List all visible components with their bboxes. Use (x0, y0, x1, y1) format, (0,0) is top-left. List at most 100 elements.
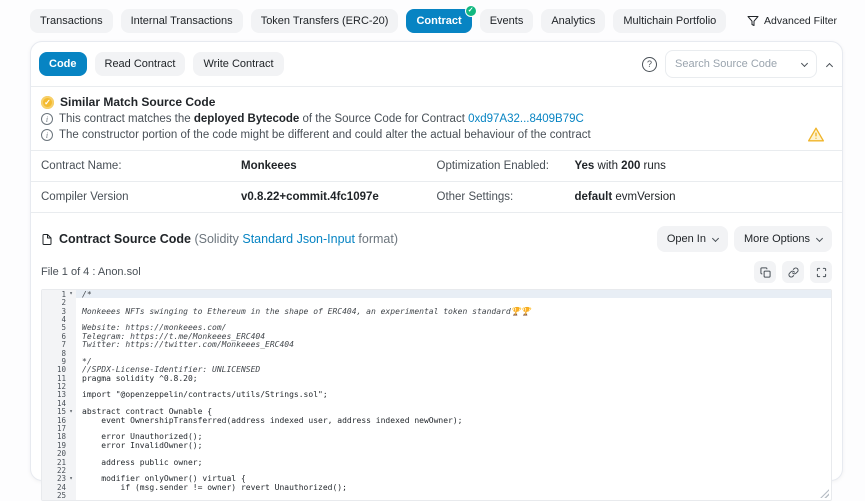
more-options-label: More Options (744, 233, 810, 245)
code-line: 1▾/* (42, 290, 831, 298)
code-text: Twitter: https://twitter.com/Monkeees_ER… (76, 340, 831, 348)
search-area: ? (642, 50, 834, 78)
similar-match-title: Similar Match Source Code (60, 95, 215, 109)
contract-name-label: Contract Name: (41, 160, 241, 172)
permalink-button[interactable] (782, 261, 804, 283)
code-text: event OwnershipTransferred(address index… (76, 416, 831, 424)
line-number-gutter: 8 (42, 349, 76, 357)
chevron-down-icon[interactable] (801, 60, 808, 67)
other-settings-value: default evmVersion (575, 191, 676, 203)
compiler-version-label: Compiler Version (41, 191, 241, 203)
tab-multichain-portfolio[interactable]: Multichain Portfolio (613, 9, 726, 33)
code-line: 24 if (msg.sender != owner) revert Unaut… (42, 483, 831, 491)
file-action-icons (754, 261, 832, 283)
tab-contract[interactable]: Contract✓ (406, 9, 471, 33)
open-in-button[interactable]: Open In (657, 226, 728, 252)
tab-label: Multichain Portfolio (623, 15, 716, 27)
code-text: if (msg.sender != owner) revert Unauthor… (76, 483, 831, 491)
funnel-icon (747, 15, 759, 27)
tab-label: Internal Transactions (131, 15, 233, 27)
tab-label: Contract (416, 15, 461, 27)
code-fold-icon[interactable]: ▾ (66, 409, 76, 415)
copy-icon (760, 267, 771, 278)
similar-match-line-2: i The constructor portion of the code mi… (41, 129, 832, 141)
help-icon[interactable]: ? (642, 57, 657, 72)
line-number-gutter: 3 (42, 307, 76, 315)
optimization-label: Optimization Enabled: (437, 160, 575, 172)
code-line: 11pragma solidity ^0.8.20; (42, 374, 831, 382)
tab-bar-items: Transactions Internal Transactions Token T… (30, 9, 726, 33)
inline-link[interactable]: 0xd97A32...8409B79C (468, 113, 584, 125)
tab-events[interactable]: Events (480, 9, 534, 33)
file-icon (41, 233, 53, 246)
verified-check-badge-icon: ✓ (465, 5, 477, 17)
similar-match-line-2-text: The constructor portion of the code migh… (59, 129, 591, 141)
info-icon: i (41, 113, 53, 125)
collapse-section-button[interactable] (825, 53, 834, 76)
tab-write-contract[interactable]: Write Contract (193, 52, 283, 76)
metadata-row-2: Compiler Version v0.8.22+commit.4fc1097e… (31, 182, 842, 212)
similar-match-line-1: i This contract matches the deployed Byt… (41, 113, 832, 125)
open-in-label: Open In (667, 233, 706, 245)
contract-name-value: Monkeees (241, 160, 297, 172)
code-text (76, 491, 831, 499)
tab-read-contract[interactable]: Read Contract (95, 52, 186, 76)
other-settings-cell: Other Settings: default evmVersion (437, 191, 833, 203)
source-code-title: Contract Source Code (Solidity Standard … (41, 232, 398, 246)
chevron-down-icon (712, 235, 719, 242)
contract-card: Code Read Contract Write Contract ? ✓ Simi… (30, 41, 843, 481)
line-number-gutter: 5 (42, 324, 76, 332)
source-code-actions: Open In More Options (657, 226, 832, 252)
code-line: 25 (42, 491, 831, 499)
similar-match-title-row: ✓ Similar Match Source Code (41, 95, 832, 109)
code-text: import "@openzeppelin/contracts/utils/St… (76, 391, 831, 399)
tab-label: Write Contract (203, 58, 273, 70)
similar-match-line-1-text: This contract matches the deployed Bytec… (59, 113, 584, 125)
tab-label: Token Transfers (ERC-20) (261, 15, 389, 27)
advanced-filter-button[interactable]: Advanced Filter (741, 14, 843, 28)
compiler-version-cell: Compiler Version v0.8.22+commit.4fc1097e (41, 191, 437, 203)
inline-link[interactable]: Standard Json-Input (242, 232, 355, 246)
line-number-gutter: 2 (42, 298, 76, 306)
copy-source-button[interactable] (754, 261, 776, 283)
tab-label: Code (49, 58, 77, 70)
code-text: pragma solidity ^0.8.20; (76, 374, 831, 382)
more-options-button[interactable]: More Options (734, 226, 832, 252)
code-line: 8 (42, 349, 831, 357)
code-fold-icon[interactable]: ▾ (66, 291, 76, 297)
tab-analytics[interactable]: Analytics (541, 9, 605, 33)
compiler-version-value: v0.8.22+commit.4fc1097e (241, 191, 379, 203)
code-line: 19 error InvalidOwner(); (42, 441, 831, 449)
expand-button[interactable] (810, 261, 832, 283)
source-code-editor[interactable]: 1▾/*23Monkeees NFTs swinging to Ethereum… (41, 289, 832, 501)
code-text: error InvalidOwner(); (76, 441, 831, 449)
code-lines: 1▾/*23Monkeees NFTs swinging to Ethereum… (42, 290, 831, 500)
code-line: 16 event OwnershipTransferred(address in… (42, 416, 831, 424)
tab-label: Transactions (40, 15, 103, 27)
info-icon: i (41, 129, 53, 141)
file-row: File 1 of 4 : Anon.sol (31, 257, 842, 289)
tab-label: Read Contract (105, 58, 176, 70)
link-icon (788, 267, 799, 278)
code-line: 3Monkeees NFTs swinging to Ethereum in t… (42, 307, 831, 315)
chevron-down-icon (816, 235, 823, 242)
search-source-code-box[interactable] (665, 50, 817, 78)
file-label: File 1 of 4 : Anon.sol (41, 266, 141, 278)
code-text: Monkeees NFTs swinging to Ethereum in th… (76, 307, 831, 315)
advanced-filter-label: Advanced Filter (764, 15, 837, 27)
tab-token-transfers-erc-20-[interactable]: Token Transfers (ERC-20) (251, 9, 399, 33)
expand-icon (816, 267, 827, 278)
tab-code[interactable]: Code (39, 52, 87, 76)
tab-transactions[interactable]: Transactions (30, 9, 113, 33)
line-number-gutter: 6 (42, 332, 76, 340)
optimization-value: Yes with 200 runs (575, 160, 666, 172)
medal-icon: ✓ (41, 96, 54, 109)
code-line: 21 address public owner; (42, 458, 831, 466)
tab-internal-transactions[interactable]: Internal Transactions (121, 9, 243, 33)
code-fold-icon[interactable]: ▾ (66, 476, 76, 482)
contract-name-cell: Contract Name: Monkeees (41, 160, 437, 172)
search-source-code-input[interactable] (675, 58, 787, 70)
page-tab-bar: Transactions Internal Transactions Token T… (0, 0, 865, 41)
source-code-title-text: Contract Source Code (Solidity Standard … (59, 232, 398, 246)
code-text (76, 349, 831, 357)
